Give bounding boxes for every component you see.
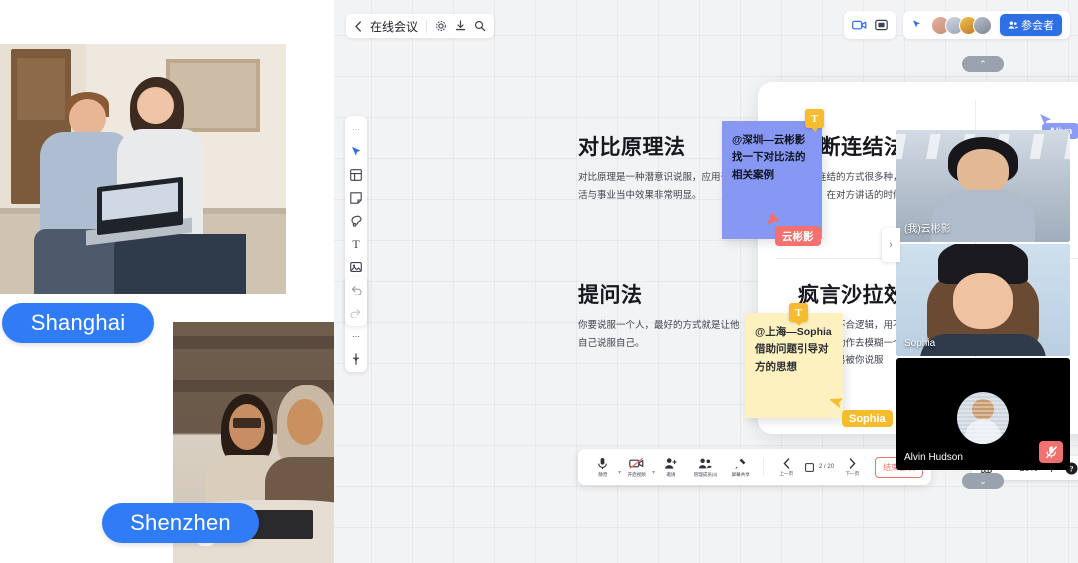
tool-palette: ··· T ⋯ <box>345 116 367 372</box>
select-cursor-icon[interactable] <box>348 145 364 159</box>
control-mute[interactable]: 静音 <box>586 457 619 478</box>
quadrant-1-body: 对比原理是一种潜意识说服，应用于生活与事业当中效果非常明显。 <box>578 172 740 201</box>
cursor-label-sophia: Sophia <box>842 410 893 427</box>
people-icon <box>1008 21 1018 29</box>
svg-text:?: ? <box>1070 464 1074 473</box>
control-invite[interactable]: 邀请 <box>654 457 687 478</box>
sticky-note-icon[interactable] <box>348 191 364 205</box>
rail-collapse-arrow-button[interactable]: › <box>882 228 900 262</box>
control-prev-page[interactable]: 上一页 <box>770 457 803 477</box>
participants-button[interactable]: 参会者 <box>1000 14 1062 36</box>
video-off-icon <box>629 457 644 469</box>
connector-icon[interactable]: ⋯ <box>348 329 364 343</box>
cursor-label-yunbinying: 云彬影 <box>775 226 821 246</box>
control-next-label: 下一页 <box>845 470 860 477</box>
page-indicator-label: 2 / 20 <box>819 464 835 470</box>
rail-scroll-down-label: ⌄ <box>979 475 987 486</box>
avatar <box>957 392 1009 444</box>
rail-scroll-up-label: ⌃ <box>979 58 987 69</box>
control-mute-label: 静音 <box>597 471 608 478</box>
pen-icon[interactable] <box>348 214 364 228</box>
quadrant-3-body: 你要说服一个人，最好的方式就是让他自己说服自己。 <box>578 320 740 349</box>
participant-avatars[interactable] <box>931 15 992 35</box>
avatar <box>973 15 992 35</box>
members-icon <box>698 458 712 468</box>
more-dots-icon[interactable]: ··· <box>348 122 364 136</box>
video-tile-self-name: (我)云彬影 <box>904 224 951 235</box>
frame-icon[interactable] <box>348 168 364 182</box>
video-tile-alvin-name: Alvin Hudson <box>904 452 963 463</box>
chevron-left-icon[interactable] <box>354 20 362 32</box>
participants-group: 参会者 <box>903 11 1070 39</box>
city-badge-shenzhen-label: Shenzhen <box>130 510 231 535</box>
rail-collapse-arrow-label: › <box>889 239 893 251</box>
control-share-label: 屏幕共享 <box>731 471 750 478</box>
microphone-icon <box>598 457 607 469</box>
control-invite-label: 邀请 <box>665 471 676 478</box>
city-badge-shenzhen[interactable]: Shenzhen <box>102 503 259 543</box>
text-tool-badge-icon: T <box>789 303 808 326</box>
photo-shanghai-scene <box>0 44 286 294</box>
quadrant-3[interactable]: 提问法 你要说服一个人，最好的方式就是让他自己说服自己。 <box>578 284 743 352</box>
layout-icon[interactable] <box>875 19 888 31</box>
invite-icon <box>665 457 677 469</box>
redo-icon[interactable] <box>348 306 364 320</box>
quadrant-3-title: 提问法 <box>578 284 643 307</box>
image-icon[interactable] <box>348 260 364 274</box>
meeting-title: 在线会议 <box>370 19 419 34</box>
share-screen-icon <box>735 458 746 469</box>
pointer-icon[interactable] <box>911 19 923 31</box>
header-right-cluster: 参会者 <box>844 11 1070 39</box>
text-tool-badge-icon: T <box>805 109 824 132</box>
sticky-note-shenzhen-text: @深圳—云彬影 找一下对比法的相关案例 <box>732 134 806 181</box>
control-share-screen[interactable]: 屏幕共享 <box>724 457 757 478</box>
app-header: 在线会议 参会者 <box>334 0 1078 52</box>
video-tile-self[interactable]: (我)云彬影 <box>896 130 1070 242</box>
pin-icon[interactable] <box>348 352 364 366</box>
control-video[interactable]: 开启视频 <box>620 457 653 478</box>
sticky-note-shanghai-text: @上海—Sophia 借助问题引导对方的思想 <box>755 326 832 373</box>
control-video-label: 开启视频 <box>627 471 646 478</box>
quadrant-1-title: 对比原理法 <box>578 136 686 159</box>
cursor-arrow-icon <box>767 212 780 225</box>
text-tool-badge-label: T <box>810 112 819 125</box>
text-icon[interactable]: T <box>348 237 364 251</box>
history-palette <box>345 277 367 326</box>
meeting-title-chip[interactable]: 在线会议 <box>346 14 495 38</box>
control-next-page[interactable]: 下一页 <box>836 457 869 477</box>
page-icon <box>805 462 814 472</box>
control-members[interactable]: 管理成员(4) <box>689 457 722 478</box>
control-prev-label: 上一页 <box>779 470 794 477</box>
undo-icon[interactable] <box>348 283 364 297</box>
rail-scroll-up-button[interactable]: ⌃ <box>962 56 1004 72</box>
text-tool-badge-label: T <box>794 306 803 319</box>
rail-scroll-down-button[interactable]: ⌄ <box>962 473 1004 489</box>
recording-group <box>844 11 896 39</box>
download-icon[interactable] <box>455 20 466 32</box>
city-badge-shanghai[interactable]: Shanghai <box>2 303 154 343</box>
participants-button-label: 参会者 <box>1021 20 1054 32</box>
video-tile-sophia[interactable]: Sophia <box>896 244 1070 356</box>
control-members-label: 管理成员(4) <box>693 471 718 478</box>
quadrant-1[interactable]: 对比原理法 对比原理是一种潜意识说服，应用于生活与事业当中效果非常明显。 <box>578 136 743 204</box>
gear-icon[interactable] <box>435 20 447 32</box>
search-icon[interactable] <box>474 20 486 32</box>
video-tile-sophia-name: Sophia <box>904 338 936 349</box>
muted-mic-icon <box>1039 441 1063 463</box>
chevron-right-icon <box>849 457 856 469</box>
page-indicator: 2 / 20 <box>805 462 835 472</box>
screen-root: Shanghai Shenzhen 在线会议 参会者 对比原理法 对比原理是一种… <box>0 0 1078 563</box>
video-tile-alvin[interactable]: Alvin Hudson <box>896 358 1070 470</box>
city-badge-shanghai-label: Shanghai <box>30 310 126 335</box>
meeting-control-bar: 静音 ▾ 开启视频 ▾ 邀请 管理成员(4) 屏幕共享 上一页 2 / 20 下… <box>578 449 932 485</box>
chevron-left-icon <box>783 457 790 469</box>
sticky-note-shanghai[interactable]: @上海—Sophia 借助问题引导对方的思想 <box>745 313 843 418</box>
record-camera-icon[interactable] <box>852 19 867 31</box>
photo-shanghai <box>0 44 286 294</box>
